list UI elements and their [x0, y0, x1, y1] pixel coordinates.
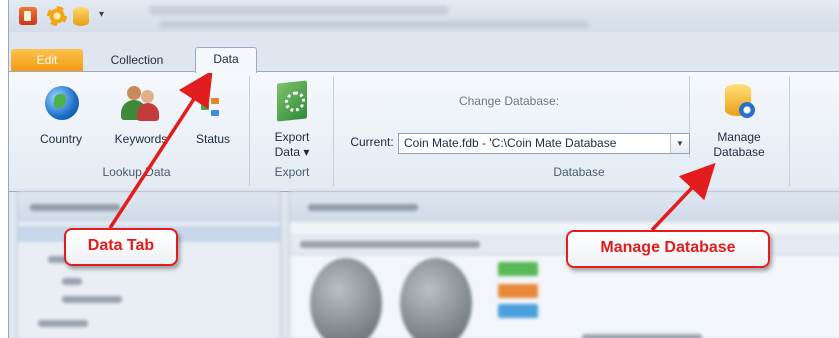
annotation-arrows: [108, 70, 716, 232]
data-tab-arrow: [108, 70, 213, 229]
manage-database-arrow: [650, 162, 716, 232]
data-tab-callout: Data Tab: [64, 228, 178, 266]
tab-data[interactable]: Data: [195, 47, 257, 73]
manage-database-callout: Manage Database: [566, 230, 770, 268]
